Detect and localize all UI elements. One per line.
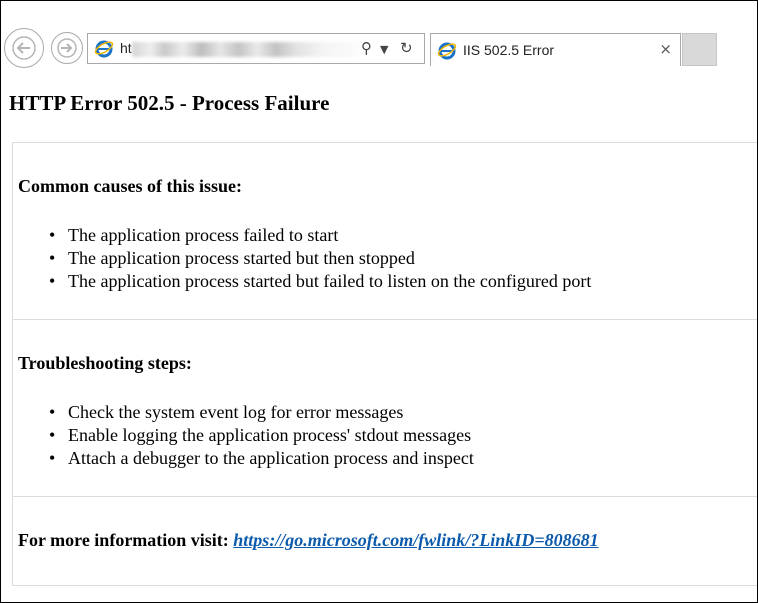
list-item: • Check the system event log for error me… bbox=[49, 402, 404, 422]
forward-arrow-icon bbox=[57, 38, 77, 58]
list-item-text: Attach a debugger to the application pro… bbox=[68, 448, 474, 468]
tab-title: IIS 502.5 Error bbox=[463, 42, 555, 58]
tab-iis-error[interactable]: IIS 502.5 Error × bbox=[430, 33, 681, 66]
section-heading: Common causes of this issue: bbox=[18, 176, 243, 196]
causes-section: Common causes of this issue: • The applic… bbox=[12, 142, 757, 320]
page-title: HTTP Error 502.5 - Process Failure bbox=[9, 91, 330, 115]
list-item: • Attach a debugger to the application pr… bbox=[49, 448, 474, 468]
new-tab-button[interactable] bbox=[682, 33, 717, 66]
list-item-text: The application process failed to start bbox=[68, 225, 339, 245]
list-item-text: The application process started but then… bbox=[68, 248, 415, 268]
browser-window: ht ⚲ ▼ ↻ IIS 502.5 Error × HTTP Error 50… bbox=[0, 0, 758, 603]
back-button[interactable] bbox=[4, 28, 44, 68]
list-item: • The application process started but the… bbox=[49, 248, 415, 268]
search-icon[interactable]: ⚲ bbox=[361, 39, 372, 57]
list-item-text: Enable logging the application process' … bbox=[68, 425, 472, 445]
more-info-section: For more information visit: https://go.m… bbox=[12, 496, 757, 586]
address-bar[interactable]: ht ⚲ ▼ ↻ bbox=[87, 33, 425, 64]
browser-toolbar: ht ⚲ ▼ ↻ IIS 502.5 Error × bbox=[1, 1, 757, 69]
list-item-text: Check the system event log for error mes… bbox=[68, 402, 404, 422]
list-item-text: The application process started but fail… bbox=[68, 271, 592, 291]
list-item: • The application process failed to start bbox=[49, 225, 339, 245]
address-redacted bbox=[132, 42, 364, 57]
more-info: For more information visit: https://go.m… bbox=[18, 530, 599, 551]
back-arrow-icon bbox=[12, 36, 36, 60]
close-icon[interactable]: × bbox=[659, 40, 672, 58]
refresh-icon[interactable]: ↻ bbox=[400, 39, 413, 57]
dropdown-arrow-icon[interactable]: ▼ bbox=[380, 43, 388, 56]
internet-explorer-icon bbox=[94, 40, 114, 58]
troubleshooting-section: Troubleshooting steps: • Check the system… bbox=[12, 319, 757, 497]
troubleshooting-list: • Check the system event log for error me… bbox=[45, 401, 474, 470]
section-heading: Troubleshooting steps: bbox=[18, 353, 192, 373]
list-item: • The application process started but fai… bbox=[49, 271, 592, 291]
forward-button[interactable] bbox=[51, 32, 83, 64]
fwlink-link[interactable]: https://go.microsoft.com/fwlink/?LinkID=… bbox=[233, 530, 598, 550]
address-text: ht bbox=[120, 40, 132, 56]
more-info-label: For more information visit: bbox=[18, 530, 229, 550]
list-item: • Enable logging the application process'… bbox=[49, 425, 472, 445]
causes-list: • The application process failed to start… bbox=[45, 224, 591, 293]
internet-explorer-icon bbox=[437, 42, 457, 60]
